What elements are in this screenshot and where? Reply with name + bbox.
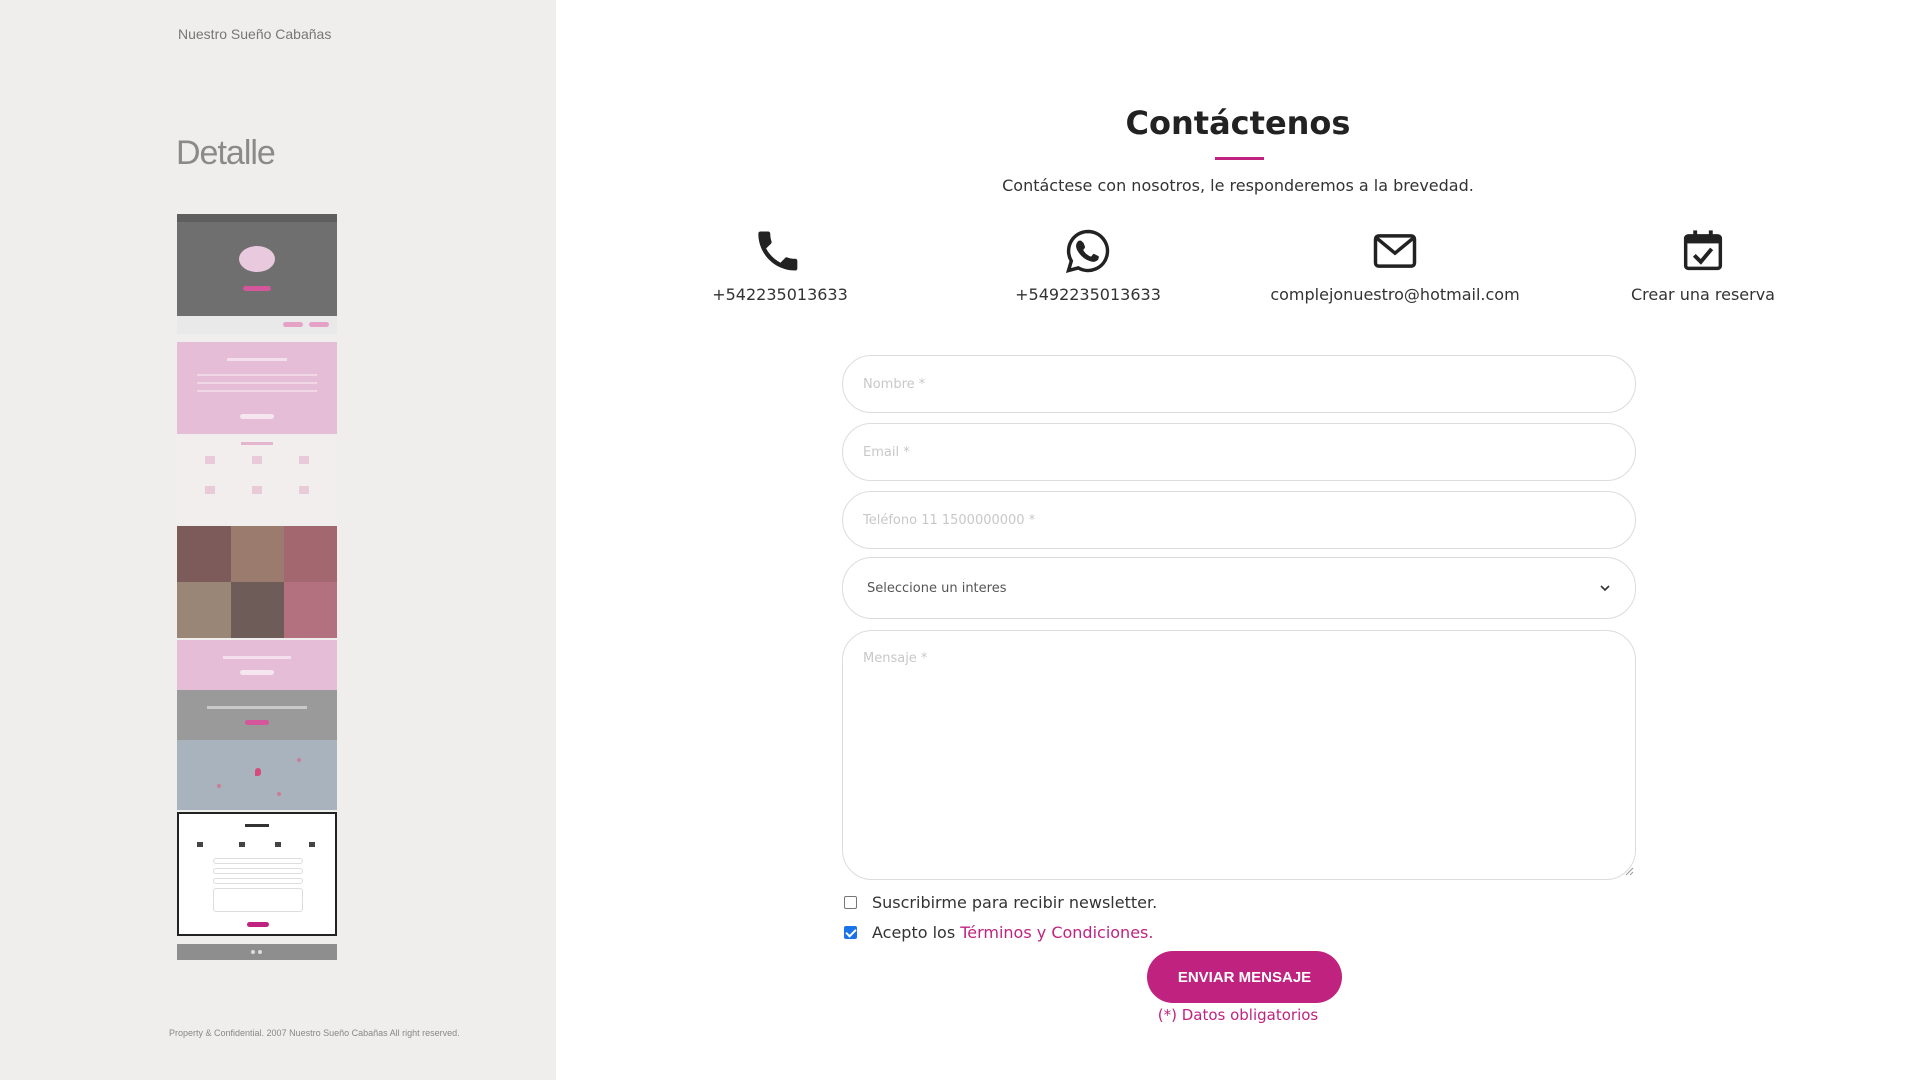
name-field[interactable] xyxy=(842,355,1636,413)
thumbnail-map[interactable] xyxy=(177,740,337,810)
thumbnail-question-text xyxy=(207,706,307,709)
thumbnail-cta-button xyxy=(240,670,274,675)
thumbnail-map-dot xyxy=(277,792,281,796)
phone-channel[interactable]: +542235013633 xyxy=(650,225,910,304)
thumbnail-hero-pill xyxy=(283,322,303,327)
thumbnail-contact-icon xyxy=(197,842,203,847)
thumbnail-about-button xyxy=(240,414,274,419)
email-field[interactable] xyxy=(842,423,1636,481)
whatsapp-channel[interactable]: +5492235013633 xyxy=(958,225,1218,304)
thumbnail-gallery-photo xyxy=(284,582,337,638)
thumbnail-hero[interactable] xyxy=(177,214,337,334)
newsletter-checkbox[interactable] xyxy=(844,896,857,909)
thumbnail-gallery-photo xyxy=(231,582,284,638)
reservation-label: Crear una reserva xyxy=(1631,285,1775,304)
page-subtitle: Contáctese con nosotros, le responderemo… xyxy=(1002,176,1474,195)
terms-row: Acepto los Términos y Condiciones. xyxy=(844,923,1153,942)
thumbnail-about-heading xyxy=(227,358,287,361)
thumbnail-hero-button xyxy=(243,286,271,291)
page-title: Contáctenos xyxy=(1125,104,1351,142)
newsletter-row: Suscribirme para recibir newsletter. xyxy=(844,893,1157,912)
thumbnail-services[interactable] xyxy=(177,434,337,524)
map-pin-icon xyxy=(255,768,261,776)
thumbnail-service-icon xyxy=(205,456,215,464)
thumbnail-question[interactable] xyxy=(177,690,337,740)
thumbnail-gallery-photo xyxy=(177,526,231,582)
brand-name: Nuestro Sueño Cabañas xyxy=(178,26,332,42)
copyright-note: Property & Confidential. 2007 Nuestro Su… xyxy=(169,1028,460,1038)
phone-icon xyxy=(758,231,798,271)
send-message-button[interactable]: ENVIAR MENSAJE xyxy=(1147,951,1342,1003)
phone-number: +542235013633 xyxy=(712,285,848,304)
thumbnail-service-icon xyxy=(205,486,215,494)
envelope-icon xyxy=(1373,234,1417,268)
resize-grip-icon[interactable] xyxy=(1624,866,1634,876)
thumbnail-about-text xyxy=(197,390,317,392)
thumbnail-contact-field xyxy=(213,868,303,874)
terms-prefix: Acepto los xyxy=(872,923,956,942)
thumbnail-service-icon xyxy=(252,486,262,494)
required-fields-note: (*) Datos obligatorios xyxy=(1157,1006,1319,1024)
thumbnail-service-icon xyxy=(299,456,309,464)
thumbnail-contact-selected[interactable] xyxy=(177,812,337,936)
thumbnail-contact-button xyxy=(247,922,269,927)
detail-title: Detalle xyxy=(176,134,276,172)
title-underline xyxy=(1215,157,1264,160)
thumbnail-map-dot xyxy=(297,758,301,762)
thumbnail-footer-dot xyxy=(251,950,255,954)
thumbnail-services-heading xyxy=(241,442,273,445)
thumbnail-contact-field xyxy=(213,858,303,864)
thumbnail-contact-icon xyxy=(239,842,245,847)
phone-field[interactable] xyxy=(842,491,1636,549)
email-address: complejonuestro@hotmail.com xyxy=(1270,285,1520,304)
thumbnail-footer-dot xyxy=(258,950,262,954)
chevron-down-icon xyxy=(1600,585,1610,592)
thumbnail-cta[interactable] xyxy=(177,640,337,690)
newsletter-label: Suscribirme para recibir newsletter. xyxy=(872,893,1158,912)
thumbnail-hero-pill xyxy=(309,322,329,327)
thumbnail-contact-heading xyxy=(245,824,269,827)
message-field[interactable] xyxy=(842,630,1636,880)
thumbnail-contact-message xyxy=(213,888,303,912)
contact-section: Contáctenos Contáctese con nosotros, le … xyxy=(556,0,1920,1080)
thumbnail-service-icon xyxy=(252,456,262,464)
thumbnail-gallery-photo xyxy=(284,526,337,582)
thumbnail-cta-text xyxy=(223,656,291,659)
detail-sidebar: Nuestro Sueño Cabañas Detalle Property &… xyxy=(0,0,556,1080)
email-channel[interactable]: complejonuestro@hotmail.com xyxy=(1265,225,1525,304)
interest-select-value: Seleccione un interes xyxy=(867,580,1007,596)
thumbnail-service-icon xyxy=(299,486,309,494)
thumbnail-contact-icon xyxy=(309,842,315,847)
calendar-check-icon xyxy=(1683,230,1723,271)
thumbnail-about-text xyxy=(197,382,317,384)
reservation-channel[interactable]: Crear una reserva xyxy=(1573,225,1833,304)
thumbnail-logo xyxy=(239,246,275,272)
thumbnail-contact-icon xyxy=(275,842,281,847)
thumbnail-about-text xyxy=(197,374,317,376)
thumbnail-map-dot xyxy=(217,784,221,788)
whatsapp-number: +5492235013633 xyxy=(1015,285,1161,304)
interest-select[interactable]: Seleccione un interes xyxy=(842,557,1636,619)
thumbnail-question-button xyxy=(245,720,269,725)
thumbnail-gallery-photo xyxy=(231,526,284,582)
terms-link[interactable]: Términos y Condiciones. xyxy=(960,923,1153,942)
thumbnail-footer[interactable] xyxy=(177,944,337,960)
thumbnail-contact-field xyxy=(213,878,303,884)
whatsapp-icon xyxy=(1065,229,1110,273)
thumbnail-gallery-photo xyxy=(177,582,231,638)
thumbnail-gallery[interactable] xyxy=(177,526,337,638)
thumbnail-hero-nav xyxy=(177,214,337,222)
thumbnail-about[interactable] xyxy=(177,342,337,434)
terms-checkbox[interactable] xyxy=(844,926,857,939)
